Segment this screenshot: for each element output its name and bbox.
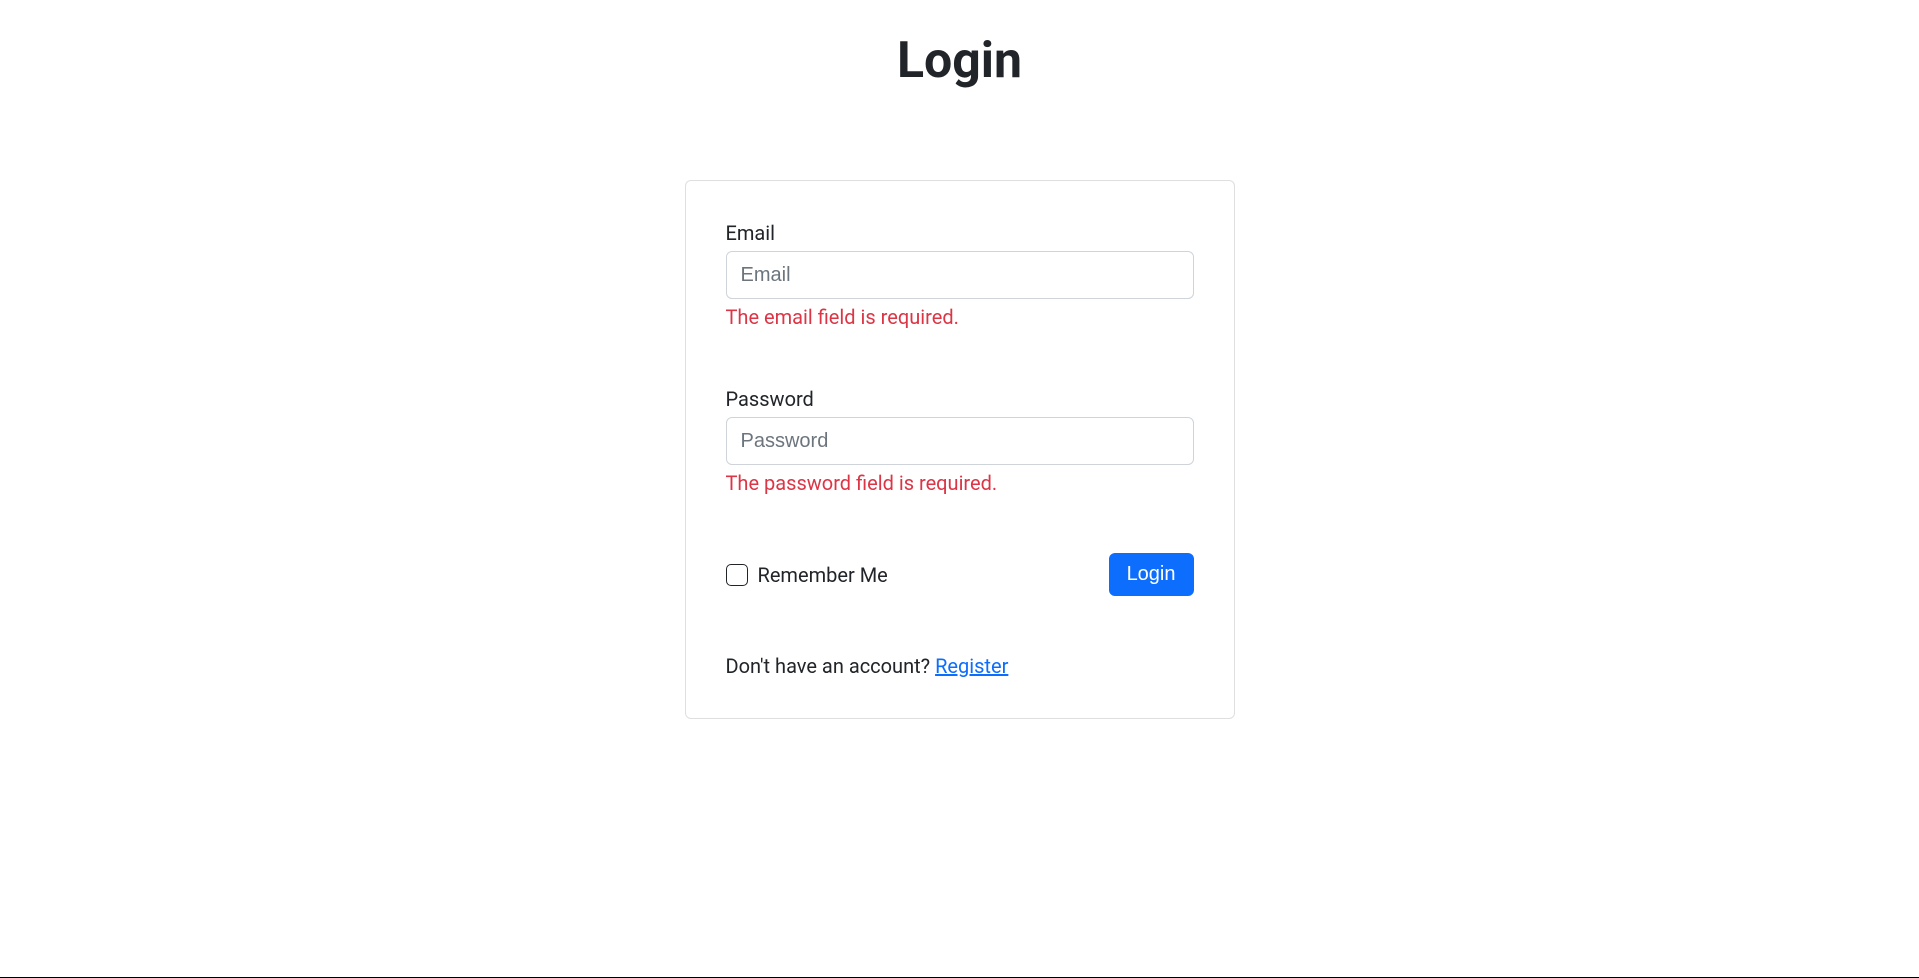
register-prompt: Don't have an account? — [726, 654, 936, 678]
email-error: The email field is required. — [726, 305, 1194, 329]
remember-label: Remember Me — [758, 563, 888, 587]
password-group: Password The password field is required. — [726, 387, 1194, 495]
register-row: Don't have an account? Register — [726, 654, 1194, 678]
password-input[interactable] — [726, 417, 1194, 465]
email-input[interactable] — [726, 251, 1194, 299]
password-label: Password — [726, 387, 1194, 411]
email-group: Email The email field is required. — [726, 221, 1194, 329]
remember-wrap: Remember Me — [726, 563, 888, 587]
register-link[interactable]: Register — [935, 654, 1008, 678]
page-title: Login — [0, 32, 1919, 90]
action-row: Remember Me Login — [726, 553, 1194, 596]
password-error: The password field is required. — [726, 471, 1194, 495]
login-button[interactable]: Login — [1109, 553, 1194, 596]
email-label: Email — [726, 221, 1194, 245]
login-card: Email The email field is required. Passw… — [685, 180, 1235, 719]
remember-checkbox[interactable] — [726, 564, 748, 586]
